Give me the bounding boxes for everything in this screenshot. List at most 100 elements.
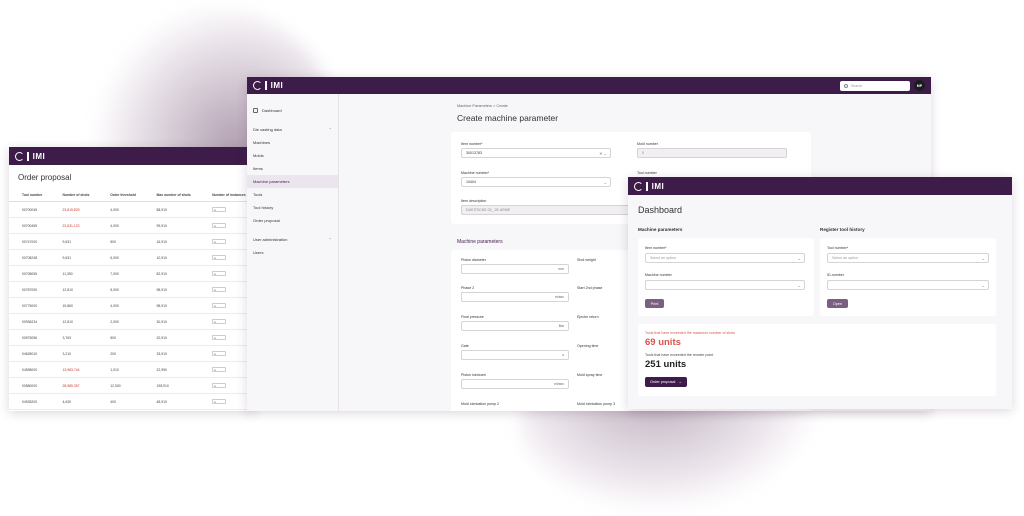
table-row[interactable]: 00700045 23,815,829 4,000 88,910 1 — [9, 201, 254, 218]
table-row[interactable]: 0407845011,3306,00033,9101 — [9, 409, 254, 411]
instances-cell: 1 — [199, 265, 254, 282]
sidebar-item-order-proposal[interactable]: Order proposal — [247, 214, 338, 227]
table-row[interactable]: 00787090 12,810 5,000 98,910 1 — [9, 281, 254, 298]
instances-cell: 1 — [199, 297, 254, 314]
order-threshold-cell: 500 — [97, 233, 144, 250]
exceeded-reorder-value: 251 units — [645, 359, 687, 370]
instances-cell: 1 — [199, 393, 254, 410]
order-table: Tool number Number of shots Order thresh… — [9, 189, 254, 411]
open-button[interactable]: Open — [827, 299, 848, 308]
mold-number-field[interactable]: 0 — [637, 148, 787, 158]
chevron-up-icon: ⌃ — [328, 237, 332, 242]
instances-select[interactable]: 1 — [212, 255, 227, 260]
order-proposal-button[interactable]: Order proposal → — [645, 377, 688, 387]
piston-diameter-input[interactable]: mm — [461, 264, 569, 274]
column-header[interactable]: Order threshold — [97, 189, 144, 202]
item-number-select[interactable]: 30013783 ✕ ⌄ — [461, 148, 611, 158]
exceeded-max-label: Tools that have exceeded the maximum num… — [645, 331, 736, 335]
column-header[interactable]: Number of shots — [49, 189, 98, 202]
table-row[interactable]: 00700459 22,631,123 4,000 99,910 1 — [9, 217, 254, 234]
table-row[interactable]: 04628010 3,210 200 33,910 1 — [9, 345, 254, 362]
sidebar-item-tools[interactable]: Tools — [247, 188, 338, 201]
order-threshold-cell: 6,000 — [97, 249, 144, 266]
imi-logo[interactable]: IMI — [253, 81, 283, 90]
table-row[interactable]: 00747000 9,631 500 16,910 1 — [9, 233, 254, 250]
instances-select[interactable]: 1 — [212, 303, 227, 308]
table-row[interactable]: 00936234 12,810 2,000 30,910 1 — [9, 313, 254, 330]
sidebar-group-die-casting[interactable]: Die casting data ⌃ — [247, 123, 338, 136]
column-header[interactable]: Tool number — [9, 189, 50, 202]
screenshot-stage: IMI Order proposal Tool number Number of… — [0, 0, 1024, 516]
final-pressure-input[interactable]: Bar — [461, 321, 569, 331]
chevron-down-icon: ⌄ — [797, 282, 801, 288]
sidebar-item-dashboard[interactable]: Dashboard — [247, 104, 338, 117]
search-input[interactable]: Search — [840, 80, 910, 91]
id-number-label: ID-number — [827, 273, 844, 277]
instances-cell: 1 — [199, 329, 254, 346]
machine-number-select[interactable]: 10404 ⌄ — [461, 177, 611, 187]
gate-input[interactable]: s — [461, 350, 569, 360]
tool-number-label: Tool number — [637, 171, 657, 175]
sidebar-group-user-admin[interactable]: User administration ⌃ — [247, 233, 338, 246]
page-title: Create machine parameter — [457, 113, 559, 123]
table-row[interactable]: 00975056 3,763 500 20,910 1 — [9, 329, 254, 346]
imi-logo[interactable]: IMI — [634, 181, 664, 191]
sidebar-item-machines[interactable]: Machines — [247, 136, 338, 149]
opening-time-label: Opening time — [577, 344, 599, 348]
instances-select[interactable]: 1 — [212, 383, 227, 388]
column-header[interactable]: Max number of shots — [143, 189, 200, 202]
instances-select[interactable]: 1 — [212, 335, 227, 340]
number-of-shots-cell: 12,810 — [49, 313, 98, 330]
print-button[interactable]: Print — [645, 299, 664, 308]
clear-chevron-icon[interactable]: ✕ ⌄ — [599, 151, 607, 156]
instances-cell: 1 — [199, 233, 254, 250]
instances-cell: 1 — [199, 313, 254, 330]
sidebar-item-machine-parameters[interactable]: Machine parameters — [247, 175, 338, 188]
order-threshold-cell: 2,000 — [97, 313, 144, 330]
instances-select[interactable]: 1 — [212, 271, 227, 276]
page-title: Dashboard — [638, 205, 683, 215]
table-row[interactable]: 00708248 9,631 6,000 10,910 1 — [9, 249, 254, 266]
mold-number-label: Mold number — [637, 142, 658, 146]
instances-select[interactable]: 1 — [212, 223, 227, 228]
avatar[interactable]: MP — [914, 80, 925, 91]
column-header[interactable]: Number of instances — [199, 189, 254, 202]
piston-lubricant-label: Piston lubricant — [461, 373, 486, 377]
table-row[interactable]: 00708055 11,390 7,000 82,910 1 — [9, 265, 254, 282]
max-shots-cell: 98,910 — [143, 297, 200, 314]
shot-weight-label: Shot weight — [577, 258, 596, 262]
instances-select[interactable]: 1 — [212, 367, 227, 372]
sidebar-item-items[interactable]: Items — [247, 162, 338, 175]
instances-select[interactable]: 1 — [212, 399, 227, 404]
machine-number-label: Machine number* — [461, 171, 490, 175]
register-tool-history-card: Tool number* Select an option ⌄ ID-number… — [820, 238, 996, 316]
final-pressure-label: Final pressure — [461, 315, 484, 319]
table-row[interactable]: 00775000 19,860 4,000 98,910 1 — [9, 297, 254, 314]
machine-number-select[interactable]: ⌄ — [645, 280, 805, 290]
piston-lubricant-input[interactable]: ml/sec — [461, 379, 569, 389]
sidebar-item-molds[interactable]: Molds — [247, 149, 338, 162]
item-number-select[interactable]: Select an option ⌄ — [645, 253, 805, 263]
instances-select[interactable]: 1 — [212, 287, 227, 292]
number-of-shots-cell: 28,985,397 — [49, 377, 98, 394]
instances-select[interactable]: 1 — [212, 239, 227, 244]
sidebar-item-users[interactable]: Users — [247, 246, 338, 259]
table-row[interactable]: 04928200 4,630 400 48,910 1 — [9, 393, 254, 410]
number-of-shots-cell: 11,330 — [49, 409, 98, 411]
breadcrumb[interactable]: Machine Parameters > Create — [457, 104, 508, 108]
top-bar: IMI Search MP — [247, 77, 931, 94]
table-row[interactable]: 04598000 13,983,744 1,010 22,990 1 — [9, 361, 254, 378]
table-row[interactable]: 00580000 28,985,397 12,500 198,910 1 — [9, 377, 254, 394]
instances-cell: 1 — [199, 345, 254, 362]
instances-select[interactable]: 1 — [212, 319, 227, 324]
order-proposal-window: IMI Order proposal Tool number Number of… — [9, 147, 254, 411]
item-description-label: Item description — [461, 199, 487, 203]
instances-select[interactable]: 1 — [212, 207, 227, 212]
tool-number-select[interactable]: Select an option ⌄ — [827, 253, 989, 263]
order-threshold-cell: 200 — [97, 345, 144, 362]
number-of-shots-cell: 3,763 — [49, 329, 98, 346]
id-number-select[interactable]: ⌄ — [827, 280, 989, 290]
sidebar-item-tool-history[interactable]: Tool history — [247, 201, 338, 214]
instances-select[interactable]: 1 — [212, 351, 227, 356]
phase-2-input[interactable]: m/sec — [461, 292, 569, 302]
